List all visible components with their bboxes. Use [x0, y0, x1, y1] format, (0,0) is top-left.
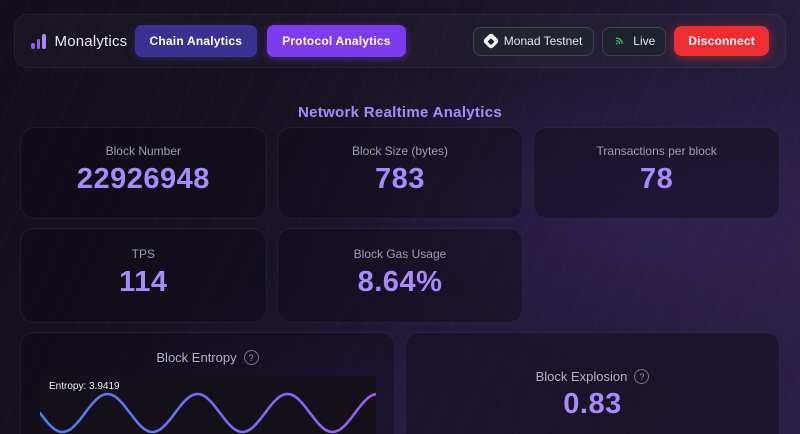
stats-row-2: TPS 114 Block Gas Usage 8.64%	[20, 228, 780, 323]
stat-label: Transactions per block	[597, 144, 717, 158]
tab-protocol-analytics[interactable]: Protocol Analytics	[267, 25, 406, 57]
stat-card-block-number: Block Number 22926948	[20, 127, 267, 219]
tab-chain-analytics[interactable]: Chain Analytics	[135, 25, 258, 57]
stat-card-block-gas-usage: Block Gas Usage 8.64%	[277, 228, 524, 323]
bar-chart-logo-icon	[31, 34, 46, 49]
stat-label: Block Gas Usage	[354, 247, 447, 261]
app-title: Monalytics	[55, 33, 128, 50]
navbar: Monalytics Chain Analytics Protocol Anal…	[14, 14, 786, 68]
block-entropy-panel: Block Entropy ? Entropy: 3.9419	[20, 332, 395, 434]
explosion-value: 0.83	[563, 388, 621, 421]
network-badge-label: Monad Testnet	[504, 34, 583, 48]
stat-value: 783	[375, 163, 425, 196]
entropy-wave-path	[40, 394, 376, 432]
entropy-panel-title: Block Entropy	[156, 350, 236, 365]
help-icon[interactable]: ?	[244, 350, 259, 365]
wifi-signal-icon	[611, 31, 629, 49]
panels-row: Block Entropy ? Entropy: 3.9419 Block Ex…	[20, 332, 780, 434]
stat-label: TPS	[132, 247, 155, 261]
entropy-chart: Entropy: 3.9419	[40, 376, 376, 434]
live-status-badge: Live	[602, 27, 666, 56]
stat-card-block-size: Block Size (bytes) 783	[277, 127, 524, 219]
stat-value: 22926948	[77, 163, 210, 196]
help-icon[interactable]: ?	[634, 369, 649, 384]
stat-value: 114	[119, 266, 167, 299]
block-explosion-panel: Block Explosion ? 0.83	[405, 332, 780, 434]
stats-row-1: Block Number 22926948 Block Size (bytes)…	[20, 127, 780, 219]
nav-tabs: Chain Analytics Protocol Analytics	[135, 25, 406, 57]
page-title: Network Realtime Analytics	[0, 104, 800, 121]
stat-value: 8.64%	[358, 266, 443, 299]
stat-label: Block Number	[106, 144, 181, 158]
live-badge-label: Live	[633, 34, 655, 48]
network-badge[interactable]: Monad Testnet	[473, 27, 595, 56]
entropy-annotation: Entropy: 3.9419	[49, 381, 120, 392]
stat-value: 78	[640, 163, 673, 196]
monad-diamond-icon	[482, 33, 499, 50]
stat-card-transactions-per-block: Transactions per block 78	[533, 127, 780, 219]
stat-card-tps: TPS 114	[20, 228, 267, 323]
stat-label: Block Size (bytes)	[352, 144, 448, 158]
explosion-panel-title: Block Explosion	[536, 369, 628, 384]
navbar-right: Monad Testnet Live Disconnect	[473, 26, 769, 56]
disconnect-button[interactable]: Disconnect	[674, 26, 769, 56]
brand: Monalytics	[31, 33, 127, 50]
